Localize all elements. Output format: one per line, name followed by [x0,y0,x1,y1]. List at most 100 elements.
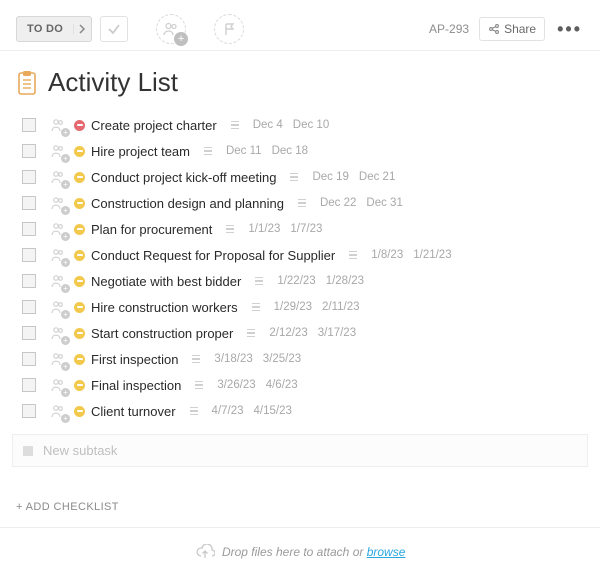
drag-icon [204,147,212,156]
task-end-date: 1/7/23 [290,223,322,235]
task-name[interactable]: Negotiate with best bidder [91,274,241,289]
task-checkbox[interactable] [22,248,36,262]
add-assignee-button[interactable]: + [156,14,186,44]
status-dot[interactable] [74,250,85,261]
status-dot[interactable] [74,276,85,287]
mark-complete-button[interactable] [100,16,128,42]
task-end-date: Dec 18 [272,145,308,157]
status-dot[interactable] [74,380,85,391]
browse-link[interactable]: browse [367,545,406,559]
task-row[interactable]: + First inspection 3/18/233/25/23 [4,346,596,372]
task-dates[interactable]: 3/18/233/25/23 [192,353,301,365]
plus-icon: + [61,362,70,371]
task-name[interactable]: Conduct Request for Proposal for Supplie… [91,248,335,263]
task-checkbox[interactable] [22,326,36,340]
task-start-date: 4/7/23 [212,405,244,417]
plus-icon: + [61,388,70,397]
drag-icon [231,121,239,130]
task-checkbox[interactable] [22,404,36,418]
assignee-icon[interactable]: + [50,299,66,315]
new-subtask-placeholder: New subtask [43,443,117,458]
task-checkbox[interactable] [22,274,36,288]
assignee-icon[interactable]: + [50,117,66,133]
task-row[interactable]: + Conduct project kick-off meeting Dec 19D… [4,164,596,190]
task-dates[interactable]: 1/22/231/28/23 [255,275,364,287]
task-checkbox[interactable] [22,144,36,158]
task-row[interactable]: + Construction design and planning Dec 22D… [4,190,596,216]
plus-icon: + [61,336,70,345]
task-name[interactable]: Start construction proper [91,326,233,341]
task-dates[interactable]: 3/26/23 4/6/23 [195,379,297,391]
task-row[interactable]: + Negotiate with best bidder 1/22/231/28/2… [4,268,596,294]
assignee-icon[interactable]: + [50,377,66,393]
more-menu-button[interactable]: ••• [555,19,584,40]
ticket-id[interactable]: AP-293 [429,22,469,36]
status-dot[interactable] [74,328,85,339]
task-end-date: 4/6/23 [266,379,298,391]
task-dates[interactable]: 1/1/231/7/23 [226,223,322,235]
task-row[interactable]: + Create project charter Dec 4Dec 10 [4,112,596,138]
task-checkbox[interactable] [22,196,36,210]
task-name[interactable]: Final inspection [91,378,181,393]
task-row[interactable]: + Conduct Request for Proposal for Suppli… [4,242,596,268]
task-row[interactable]: + Hire construction workers 1/29/232/11/23 [4,294,596,320]
task-checkbox[interactable] [22,170,36,184]
task-name[interactable]: Plan for procurement [91,222,212,237]
task-start-date: 1/8/23 [371,249,403,261]
task-name[interactable]: Client turnover [91,404,176,419]
task-checkbox[interactable] [22,300,36,314]
plus-icon: + [61,180,70,189]
task-row[interactable]: + Start construction proper 2/12/233/17/23 [4,320,596,346]
task-dates[interactable]: 1/8/231/21/23 [349,249,451,261]
task-row[interactable]: + Hire project team Dec 11Dec 18 [4,138,596,164]
assignee-icon[interactable]: + [50,403,66,419]
status-dot[interactable] [74,198,85,209]
assignee-icon[interactable]: + [50,351,66,367]
file-dropzone[interactable]: Drop files here to attach or browse [0,527,600,573]
task-checkbox[interactable] [22,118,36,132]
task-row[interactable]: + Client turnover 4/7/234/15/23 [4,398,596,424]
task-name[interactable]: Hire project team [91,144,190,159]
add-priority-button[interactable] [214,14,244,44]
task-checkbox[interactable] [22,352,36,366]
drag-icon [298,199,306,208]
task-row[interactable]: + Plan for procurement 1/1/231/7/23 [4,216,596,242]
status-dropdown-icon[interactable] [73,24,91,34]
status-dot[interactable] [74,224,85,235]
status-dot[interactable] [74,172,85,183]
task-name[interactable]: Conduct project kick-off meeting [91,170,276,185]
task-dates[interactable]: 4/7/234/15/23 [190,405,292,417]
task-dates[interactable]: 2/12/233/17/23 [247,327,356,339]
status-dot[interactable] [74,146,85,157]
assignee-icon[interactable]: + [50,169,66,185]
task-name[interactable]: Construction design and planning [91,196,284,211]
status-dot[interactable] [74,302,85,313]
status-dot[interactable] [74,406,85,417]
task-dates[interactable]: Dec 19Dec 21 [290,171,395,183]
task-checkbox[interactable] [22,378,36,392]
task-checkbox[interactable] [22,222,36,236]
assignee-icon[interactable]: + [50,247,66,263]
assignee-icon[interactable]: + [50,325,66,341]
assignee-icon[interactable]: + [50,195,66,211]
status-button[interactable]: TO DO [16,16,92,42]
assignee-icon[interactable]: + [50,273,66,289]
assignee-icon[interactable]: + [50,221,66,237]
page-title[interactable]: Activity List [48,67,178,98]
status-dot[interactable] [74,120,85,131]
task-dates[interactable]: 1/29/232/11/23 [252,301,360,313]
task-dates[interactable]: Dec 11Dec 18 [204,145,308,157]
share-button-label: Share [504,22,536,36]
task-dates[interactable]: Dec 22Dec 31 [298,197,403,209]
task-dates[interactable]: Dec 4Dec 10 [231,119,329,131]
status-dot[interactable] [74,354,85,365]
task-name[interactable]: Hire construction workers [91,300,238,315]
assignee-icon[interactable]: + [50,143,66,159]
task-row[interactable]: + Final inspection 3/26/23 4/6/23 [4,372,596,398]
share-button[interactable]: Share [479,17,545,41]
task-name[interactable]: Create project charter [91,118,217,133]
add-checklist-button[interactable]: + ADD CHECKLIST [0,471,600,527]
task-name[interactable]: First inspection [91,352,178,367]
task-start-date: 3/26/23 [217,379,255,391]
new-subtask-input[interactable]: New subtask [12,434,588,467]
